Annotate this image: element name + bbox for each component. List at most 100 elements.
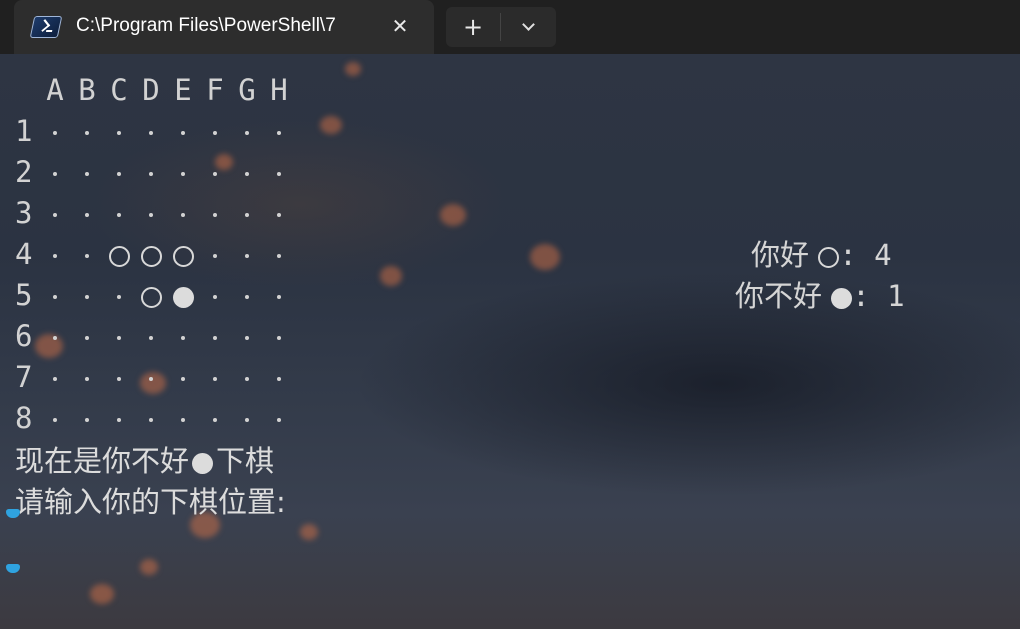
chevron-down-icon[interactable] — [502, 7, 556, 47]
empty-point — [135, 152, 167, 193]
background-glow — [345, 62, 361, 76]
board-row: 3 — [15, 193, 295, 234]
empty-point — [167, 111, 199, 152]
prompt-marker-icon — [6, 564, 20, 573]
empty-point — [263, 398, 295, 439]
solid-stone-icon — [192, 452, 214, 474]
close-icon[interactable]: ✕ — [386, 12, 414, 40]
player1-count: 4 — [874, 238, 892, 272]
empty-point — [231, 316, 263, 357]
empty-point — [71, 398, 103, 439]
empty-point — [71, 111, 103, 152]
empty-point — [263, 357, 295, 398]
background-glow — [140, 559, 158, 575]
empty-point — [135, 316, 167, 357]
board: ABCDEFGH 1 2 3 4 5 6 7 8 — [15, 70, 295, 439]
score-player1: 你好 : 4 — [751, 232, 892, 274]
background-glow — [530, 244, 560, 270]
empty-point — [199, 234, 231, 275]
empty-point — [231, 275, 263, 316]
empty-point — [71, 152, 103, 193]
empty-point — [167, 398, 199, 439]
turn-suffix: 下棋 — [216, 444, 275, 478]
empty-point — [231, 193, 263, 234]
row-label: 5 — [15, 278, 33, 312]
background-glow — [440, 204, 466, 226]
empty-point — [71, 193, 103, 234]
empty-point — [71, 275, 103, 316]
player2-count: 1 — [887, 279, 905, 313]
row-label: 7 — [15, 360, 33, 394]
turn-prefix: 现在是你不好 — [15, 444, 190, 478]
empty-point — [39, 275, 71, 316]
empty-point — [263, 193, 295, 234]
column-label: F — [206, 73, 224, 107]
terminal-tab[interactable]: C:\Program Files\PowerShell\7 ✕ — [14, 0, 434, 54]
empty-point — [71, 357, 103, 398]
player2-name: 你不好 — [735, 279, 823, 313]
empty-point — [39, 111, 71, 152]
empty-point — [263, 234, 295, 275]
empty-point — [199, 275, 231, 316]
board-row: 4 — [15, 234, 295, 275]
empty-point — [231, 111, 263, 152]
empty-point — [135, 111, 167, 152]
column-label: E — [174, 73, 192, 107]
board-row: 1 — [15, 111, 295, 152]
empty-point — [103, 316, 135, 357]
empty-point — [135, 193, 167, 234]
tab-title: C:\Program Files\PowerShell\7 — [76, 15, 336, 36]
row-label: 3 — [15, 196, 33, 230]
hollow-stone-icon — [818, 246, 840, 268]
score-separator: : — [839, 238, 857, 272]
empty-point — [231, 234, 263, 275]
turn-message: 现在是你不好 下棋 — [15, 438, 274, 480]
empty-point — [71, 316, 103, 357]
empty-point — [135, 398, 167, 439]
background-glow — [90, 584, 114, 604]
empty-point — [231, 398, 263, 439]
terminal-output[interactable]: ABCDEFGH 1 2 3 4 5 6 7 8 你好 : 4 你不好 : 1 现在是你不好下… — [0, 54, 1020, 629]
hollow-stone-icon — [167, 234, 199, 275]
new-tab-button[interactable]: + — [446, 7, 500, 47]
empty-point — [39, 357, 71, 398]
empty-point — [103, 111, 135, 152]
empty-point — [39, 193, 71, 234]
board-row: 5 — [15, 275, 295, 316]
row-label: 4 — [15, 237, 33, 271]
input-prompt: 请输入你的下棋位置: — [15, 485, 286, 519]
empty-point — [199, 316, 231, 357]
player1-name: 你好 — [751, 238, 810, 272]
row-label: 8 — [15, 401, 33, 435]
hollow-stone-icon — [103, 234, 135, 275]
column-label: H — [270, 73, 288, 107]
board-row: 8 — [15, 398, 295, 439]
empty-point — [167, 152, 199, 193]
empty-point — [199, 152, 231, 193]
divider — [500, 13, 501, 41]
column-label: A — [46, 73, 64, 107]
empty-point — [103, 152, 135, 193]
empty-point — [199, 193, 231, 234]
board-row: 7 — [15, 357, 295, 398]
empty-point — [39, 234, 71, 275]
empty-point — [199, 111, 231, 152]
row-label: 2 — [15, 155, 33, 189]
column-label: G — [238, 73, 256, 107]
empty-point — [71, 234, 103, 275]
empty-point — [167, 193, 199, 234]
empty-point — [199, 398, 231, 439]
empty-point — [231, 357, 263, 398]
empty-point — [135, 357, 167, 398]
empty-point — [263, 316, 295, 357]
row-label: 6 — [15, 319, 33, 353]
solid-stone-icon — [831, 287, 853, 309]
empty-point — [263, 152, 295, 193]
empty-point — [167, 316, 199, 357]
empty-point — [103, 357, 135, 398]
empty-point — [199, 357, 231, 398]
hollow-stone-icon — [135, 234, 167, 275]
empty-point — [167, 357, 199, 398]
solid-stone-icon — [167, 275, 199, 316]
background-glow — [320, 116, 342, 134]
